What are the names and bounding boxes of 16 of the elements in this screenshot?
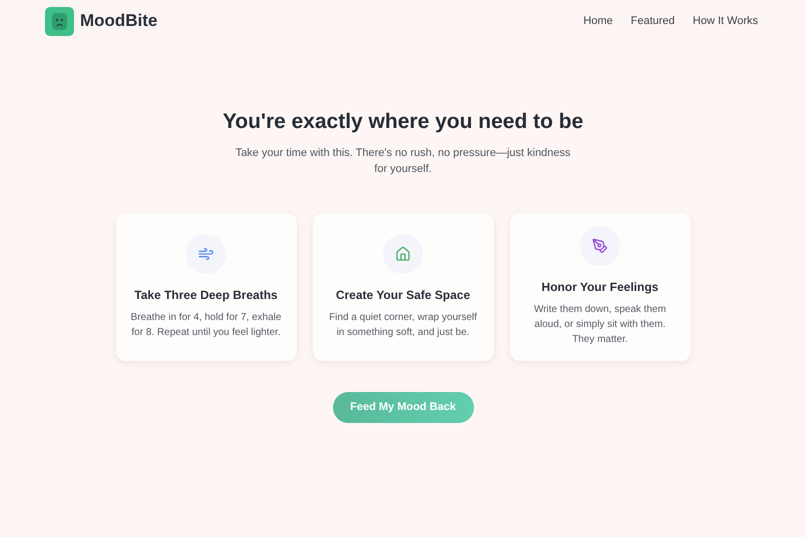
- nav-link[interactable]: Featured: [630, 12, 675, 30]
- card-title: Create Your Safe Space: [336, 286, 470, 304]
- brand-name: MoodBite: [80, 10, 158, 32]
- card-text: Find a quiet corner, wrap yourself in something soft, and just be.: [328, 310, 478, 340]
- wind-icon: [198, 246, 214, 262]
- pen-icon: [592, 238, 608, 254]
- card-title: Honor Your Feelings: [542, 279, 658, 296]
- hero-subtitle: Take your time with this. There's no rush, no pressure—just kindness for yourself.: [234, 146, 572, 176]
- card-title: Take Three Deep Breaths: [134, 286, 278, 304]
- nav-link[interactable]: How It Works: [692, 12, 758, 30]
- house-icon: [395, 246, 411, 262]
- nav-link[interactable]: Home: [583, 12, 613, 30]
- card-text: Breathe in for 4, hold for 7, exhale for 8. Repeat until you feel lighter.: [130, 310, 282, 340]
- hero-title: You're exactly where you need to be: [222, 109, 584, 135]
- logo-icon: [45, 6, 74, 36]
- card-text: Write them down, speak them aloud, or simply sit with them. They matter.: [532, 303, 668, 347]
